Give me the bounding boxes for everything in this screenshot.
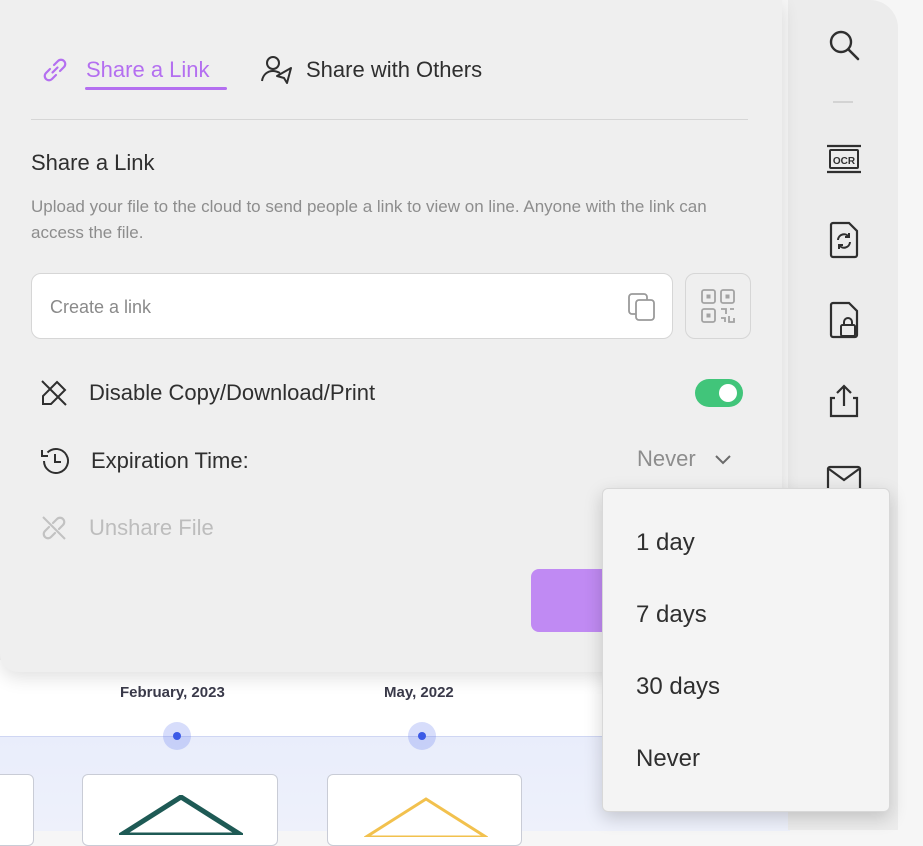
expiration-row: Expiration Time:	[39, 444, 249, 478]
tab-share-link[interactable]: Share a Link	[40, 52, 210, 88]
expiration-value: Never	[637, 446, 696, 471]
timeline-dot	[408, 722, 436, 750]
timeline-card	[82, 774, 278, 846]
history-clock-icon	[41, 448, 69, 474]
tab-share-link-label: Share a Link	[86, 57, 210, 82]
timeline-dot	[163, 722, 191, 750]
timeline-card	[0, 774, 34, 846]
dropdown-option-30-days[interactable]: 30 days	[636, 673, 720, 701]
active-tab-indicator	[85, 87, 227, 90]
unshare-row[interactable]: Unshare File	[39, 511, 214, 545]
qr-code-icon	[701, 289, 735, 323]
convert-icon[interactable]	[824, 220, 864, 260]
unshare-label: Unshare File	[89, 515, 214, 540]
tab-share-with-others-label: Share with Others	[306, 57, 483, 82]
disable-copy-toggle[interactable]	[695, 379, 743, 407]
link-icon	[43, 58, 67, 82]
qr-code-button[interactable]	[685, 273, 751, 339]
timeline-date-1: February, 2023	[120, 684, 225, 701]
dropdown-option-7-days[interactable]: 7 days	[636, 601, 707, 629]
tab-divider	[31, 119, 748, 120]
link-input[interactable]	[48, 274, 612, 340]
badge-graphic	[364, 797, 488, 837]
expiration-select[interactable]: Never	[637, 446, 732, 472]
tab-share-with-others[interactable]: Share with Others	[260, 52, 482, 88]
disable-copy-row: Disable Copy/Download/Print	[39, 376, 375, 410]
section-title: Share a Link	[31, 150, 155, 175]
toolbar-separator	[833, 101, 853, 103]
user-share-icon	[261, 56, 292, 84]
expiration-dropdown: 1 day 7 days 30 days Never	[602, 488, 890, 812]
expiration-label: Expiration Time:	[91, 448, 249, 473]
no-edit-icon	[41, 380, 67, 406]
share-icon[interactable]	[824, 381, 864, 421]
svg-text:OCR: OCR	[833, 156, 856, 167]
dropdown-option-1-day[interactable]: 1 day	[636, 529, 695, 557]
chevron-down-icon	[714, 455, 731, 465]
search-icon[interactable]	[824, 25, 864, 65]
timeline-date-2: May, 2022	[384, 684, 454, 701]
toggle-knob	[719, 384, 737, 402]
protect-icon[interactable]	[824, 300, 864, 340]
copy-icon[interactable]	[626, 291, 658, 323]
timeline-card	[327, 774, 522, 846]
window-edge	[898, 0, 923, 830]
section-description: Upload your file to the cloud to send pe…	[31, 197, 707, 242]
link-field[interactable]	[31, 273, 673, 340]
disable-copy-label: Disable Copy/Download/Print	[89, 380, 376, 405]
ocr-icon[interactable]: OCR	[824, 139, 864, 179]
unlink-icon	[42, 516, 66, 540]
dropdown-option-never[interactable]: Never	[636, 745, 700, 773]
badge-graphic	[119, 795, 243, 835]
